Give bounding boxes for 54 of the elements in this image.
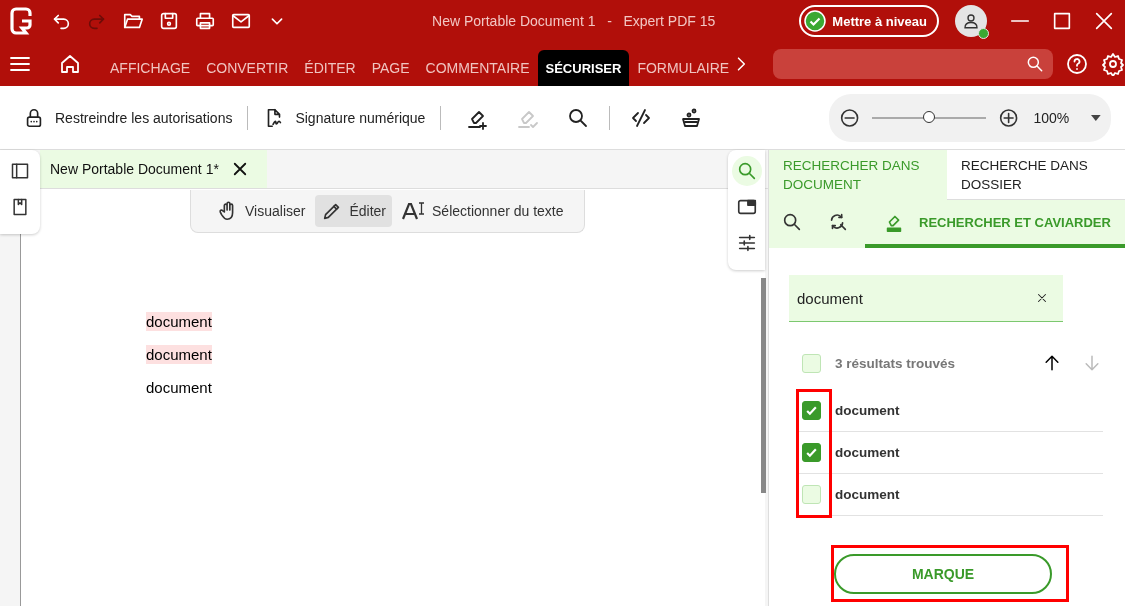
result-checkbox[interactable]	[802, 443, 821, 462]
marked-text: document	[146, 312, 212, 331]
search-icon	[781, 211, 803, 233]
ribbon-tab[interactable]: PAGE	[363, 50, 418, 86]
dropdown-caret-icon[interactable]	[1091, 114, 1101, 121]
select-all-checkbox[interactable]	[802, 353, 821, 373]
close-icon[interactable]	[1093, 10, 1115, 32]
zoom-in-icon[interactable]	[998, 106, 1020, 129]
search-icon	[1025, 54, 1045, 74]
app-logo-icon	[10, 7, 34, 35]
upgrade-button[interactable]: Mettre à niveau	[799, 5, 939, 37]
ribbon-tab[interactable]: AFFICHAGE	[102, 50, 199, 86]
user-avatar[interactable]	[955, 5, 987, 37]
check-circle-icon	[804, 10, 827, 32]
result-text: document	[835, 403, 900, 418]
ribbon-tab[interactable]: FORMULAIRE	[629, 50, 738, 86]
result-checkbox[interactable]	[802, 401, 821, 420]
settings-icon[interactable]	[1101, 52, 1125, 76]
zoom-value: 100%	[1033, 109, 1070, 126]
ribbon-tab[interactable]: ÉDITER	[296, 50, 364, 86]
ribbon-tab[interactable]: CONVERTIR	[198, 50, 297, 86]
toolbar-button[interactable]: Signature numérique	[260, 102, 429, 133]
bookmark-icon	[10, 197, 30, 217]
save-icon[interactable]	[158, 10, 180, 32]
document-tab[interactable]: New Portable Document 1*	[40, 150, 267, 188]
mark-button[interactable]: MARQUE	[834, 554, 1052, 594]
window-title: New Portable Document 1 - Expert PDF 15	[431, 13, 717, 29]
search-input-value: document	[797, 289, 863, 307]
ribbon-tab[interactable]: SÉCURISER	[537, 50, 630, 86]
printer-icon[interactable]	[194, 10, 216, 32]
zoom-out-icon[interactable]	[839, 106, 861, 129]
marked-text: document	[146, 345, 212, 364]
page-text: document	[146, 378, 212, 397]
search-field[interactable]	[773, 49, 1053, 79]
view-mode-button[interactable]: Sélectionner du texte	[396, 195, 570, 227]
help-icon[interactable]	[1065, 52, 1089, 76]
view-mode-button[interactable]: Visualiser	[211, 195, 312, 227]
maximize-icon[interactable]	[1051, 10, 1073, 32]
checkmark-icon	[805, 446, 818, 459]
toolbar-button[interactable]: Restreindre les autorisations	[20, 102, 236, 133]
result-text: document	[835, 487, 900, 502]
home-icon[interactable]	[58, 52, 82, 76]
result-count: 3 résultats trouvés	[835, 355, 957, 371]
sidebar-icon	[10, 161, 30, 181]
slider-thumb[interactable]	[923, 110, 936, 123]
document-tab-title: New Portable Document 1*	[50, 161, 219, 177]
view-mode-button[interactable]: Éditer	[315, 195, 392, 227]
text-cursor-icon	[402, 201, 426, 221]
clear-icon[interactable]	[1035, 291, 1049, 305]
ribbon-tab[interactable]: COMMENTAIRE	[417, 50, 538, 86]
result-text: document	[835, 445, 900, 460]
search-input-field[interactable]: document	[789, 275, 1063, 322]
checkmark-icon	[805, 404, 818, 417]
scrollbar[interactable]	[761, 278, 766, 493]
